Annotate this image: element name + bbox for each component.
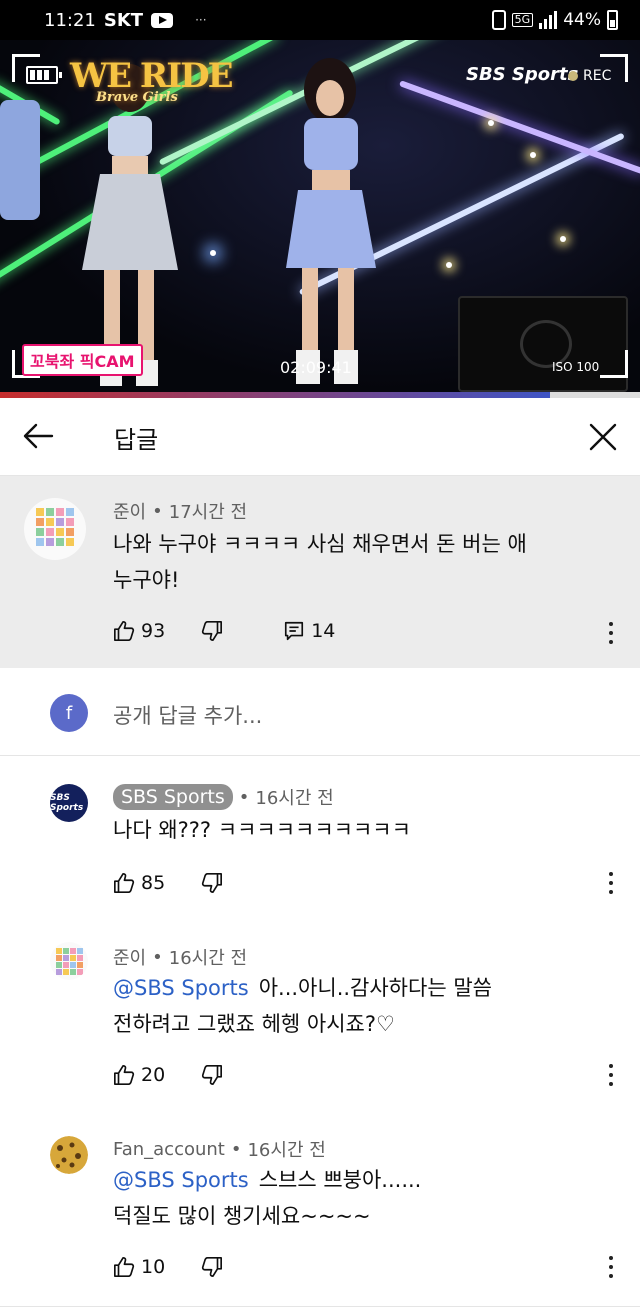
avatar[interactable] xyxy=(50,1136,88,1174)
comment-meta: 준이 • 16시간 전 xyxy=(113,944,247,970)
show-logo: WE RIDE Brave Girls xyxy=(70,56,233,105)
like-count: 85 xyxy=(141,872,166,894)
battery-icon xyxy=(607,10,618,30)
comment-text: @SBS Sports 스브스 쁘붕아...... 덕질도 많이 챙기세요~~~~ xyxy=(113,1162,613,1234)
comment-text-line: 나다 왜??? ㅋㅋㅋㅋㅋㅋㅋㅋㅋㅋ xyxy=(113,818,411,842)
broadcaster-logo: SBS Sports xyxy=(466,64,579,85)
rec-indicator: REC xyxy=(568,68,611,84)
comment-text: @SBS Sports 아...아니..감사하다는 말씀 전하려고 그랬죠 헤헹 … xyxy=(113,970,613,1042)
reply-item: Fan_account • 16시간 전 @SBS Sports 스브스 쁘붕아.… xyxy=(0,1116,640,1306)
thumb-down-icon[interactable] xyxy=(201,1064,223,1086)
thumb-down-icon[interactable] xyxy=(201,1256,223,1278)
user-avatar: f xyxy=(50,694,88,732)
show-logo-subtitle: Brave Girls xyxy=(96,90,178,105)
mention-link[interactable]: @SBS Sports xyxy=(113,1168,249,1192)
comment-author[interactable]: 준이 xyxy=(113,944,146,970)
comment-text-line: 스브스 쁘붕아...... xyxy=(258,1168,422,1192)
thumb-up-icon[interactable] xyxy=(113,1256,135,1278)
thumb-down-icon[interactable] xyxy=(201,620,223,642)
battery-percent: 44% xyxy=(563,10,601,30)
comment-text-line: 나와 누구야 ㅋㅋㅋㅋ 사심 채우면서 돈 버는 애 xyxy=(113,532,527,556)
comment-time[interactable]: 16시간 전 xyxy=(169,944,247,970)
iso-label: ISO 100 xyxy=(552,360,600,374)
like-count: 20 xyxy=(141,1064,166,1086)
comment-actions: 20 xyxy=(113,1064,229,1086)
page-title: 답글 xyxy=(114,426,159,454)
mention-link[interactable]: @SBS Sports xyxy=(113,976,249,1000)
comment-text: 나다 왜??? ㅋㅋㅋㅋㅋㅋㅋㅋㅋㅋ xyxy=(113,812,613,848)
thumb-up-icon[interactable] xyxy=(113,872,135,894)
thumb-down-icon[interactable] xyxy=(201,872,223,894)
replies-header: 답글 xyxy=(0,398,640,476)
comment-meta: SBS Sports • 16시간 전 xyxy=(113,784,334,810)
more-vert-icon[interactable] xyxy=(604,1256,618,1278)
status-bar: 11:21 SKT ··· 5G 44% xyxy=(0,0,640,40)
dancer-edge xyxy=(0,100,40,220)
network-type: 5G xyxy=(511,13,534,27)
thumb-up-icon[interactable] xyxy=(113,620,135,642)
add-reply-row[interactable]: f 공개 답글 추가... xyxy=(0,668,640,756)
signal-icon xyxy=(539,11,558,29)
comment-actions: 93 14 xyxy=(113,620,371,642)
parent-comment: 준이 • 17시간 전 나와 누구야 ㅋㅋㅋㅋ 사심 채우면서 돈 버는 애 누… xyxy=(0,476,640,668)
like-count: 10 xyxy=(141,1256,166,1278)
comment-actions: 10 xyxy=(113,1256,229,1278)
status-carrier: SKT xyxy=(103,9,144,31)
close-icon[interactable] xyxy=(588,422,618,452)
more-vert-icon[interactable] xyxy=(604,1064,618,1086)
vibrate-icon xyxy=(491,10,506,30)
comment-time[interactable]: 16시간 전 xyxy=(255,784,333,810)
like-count: 93 xyxy=(141,620,166,642)
comment-author-chip[interactable]: SBS Sports xyxy=(113,784,233,810)
comment-meta: 준이 • 17시간 전 xyxy=(113,498,247,524)
back-arrow-icon[interactable] xyxy=(22,422,54,450)
more-vert-icon[interactable] xyxy=(604,622,618,644)
reply-icon[interactable] xyxy=(283,620,305,642)
reply-item: SBS Sports SBS Sports • 16시간 전 나다 왜??? ㅋ… xyxy=(0,756,640,926)
comment-author[interactable]: 준이 xyxy=(113,498,146,524)
comment-meta: Fan_account • 16시간 전 xyxy=(113,1136,326,1162)
frame-corner-br xyxy=(600,350,628,378)
comment-text-line: 덕질도 많이 챙기세요~~~~ xyxy=(113,1204,371,1228)
thumb-up-icon[interactable] xyxy=(113,1064,135,1086)
video-timecode: 02:09:41 xyxy=(280,358,352,377)
reply-item: 준이 • 16시간 전 @SBS Sports 아...아니..감사하다는 말씀 … xyxy=(0,926,640,1116)
more-notifications-icon: ··· xyxy=(195,13,207,27)
comment-actions: 85 xyxy=(113,872,229,894)
comment-text-line: 아...아니..감사하다는 말씀 xyxy=(258,976,492,1000)
video-player[interactable]: WE RIDE Brave Girls SBS Sports REC 꼬북좌 픽… xyxy=(0,40,640,392)
cam-label: 꼬북좌 픽CAM xyxy=(22,344,143,376)
divider xyxy=(0,1306,640,1307)
status-time: 11:21 xyxy=(44,9,96,31)
comment-time[interactable]: 16시간 전 xyxy=(247,1136,325,1162)
comment-text-line: 전하려고 그랬죠 헤헹 아시죠?♡ xyxy=(113,1012,395,1036)
dancer-left xyxy=(82,64,178,386)
comment-text: 나와 누구야 ㅋㅋㅋㅋ 사심 채우면서 돈 버는 애 누구야! xyxy=(113,526,613,598)
comment-time[interactable]: 17시간 전 xyxy=(169,498,247,524)
avatar[interactable] xyxy=(50,942,88,980)
youtube-notification-icon xyxy=(151,12,174,28)
reply-count: 14 xyxy=(311,620,336,642)
avatar[interactable]: SBS Sports xyxy=(50,784,88,822)
comment-text-line: 누구야! xyxy=(113,568,180,592)
camera-battery-icon xyxy=(26,66,62,84)
dancer-center xyxy=(286,58,376,384)
avatar[interactable] xyxy=(24,498,86,560)
more-vert-icon[interactable] xyxy=(604,872,618,894)
reply-input[interactable]: 공개 답글 추가... xyxy=(113,700,262,730)
comment-author[interactable]: Fan_account xyxy=(113,1139,225,1160)
